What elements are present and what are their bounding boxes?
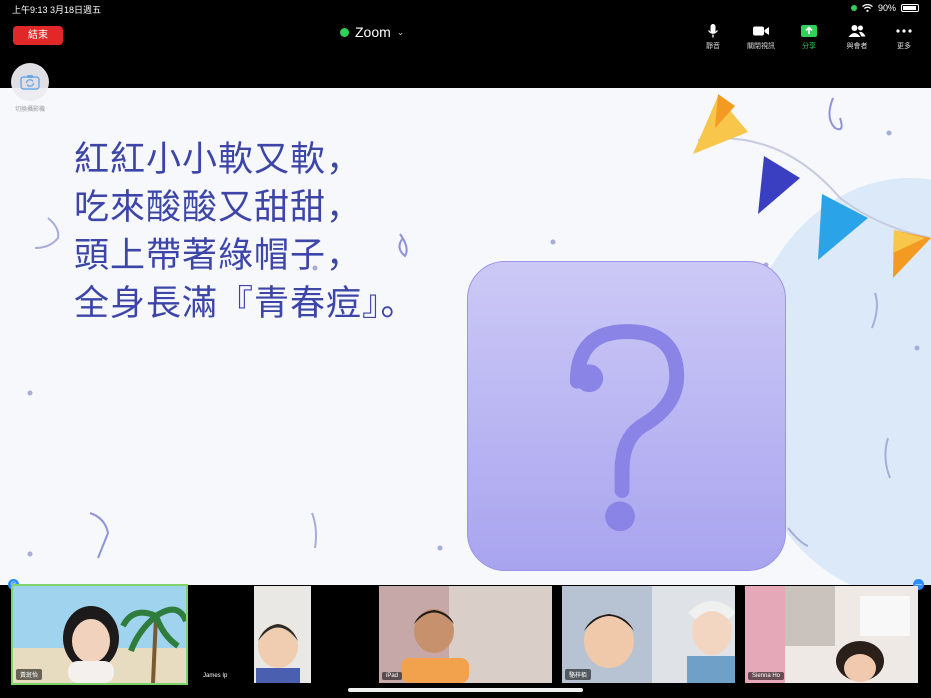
video-gallery: ◎ — 黃斑怡 James Ip iPad 駱梓栢 Sienna Ho [0, 579, 931, 698]
participant-video [196, 586, 369, 683]
more-label: 更多 [897, 43, 911, 50]
more-button[interactable]: 更多 [884, 22, 924, 51]
participants-button[interactable]: 與會者 [837, 22, 877, 51]
participant-name: James Ip [199, 672, 232, 680]
more-icon [896, 29, 912, 33]
video-tile[interactable]: James Ip [196, 586, 369, 683]
participant-video [379, 586, 552, 683]
video-tile[interactable]: Sienna Ho [745, 586, 918, 683]
riddle-line: 紅紅小小軟又軟， [74, 140, 363, 180]
stop-video-button[interactable]: 關閉視訊 [741, 22, 781, 51]
question-mark-icon [569, 324, 685, 532]
shared-screen: 紅紅小小軟又軟， 吃來酸酸又甜甜， 頭上帶著綠帽子， 全身長滿『青春痘』。 [0, 88, 931, 585]
participant-video [745, 586, 918, 683]
riddle-text: 紅紅小小軟又軟， 吃來酸酸又甜甜， 頭上帶著綠帽子， 全身長滿『青春痘』。 [74, 136, 417, 328]
switch-camera-circle [11, 63, 49, 101]
status-time-date: 上午9:13 3月18日週五 [12, 5, 102, 15]
switch-camera-button[interactable]: 切換攝影機 [10, 63, 50, 113]
battery-icon [901, 4, 919, 12]
encryption-shield-icon [340, 27, 349, 37]
share-screen-icon [801, 25, 817, 37]
chevron-down-icon: ⌄ [396, 26, 405, 37]
video-tile[interactable]: 駱梓栢 [562, 586, 735, 683]
participant-name: iPad [382, 672, 403, 680]
status-right: 90% [850, 3, 919, 13]
switch-camera-label: 切換攝影機 [14, 107, 45, 113]
wifi-icon [862, 4, 873, 12]
battery-percent: 90% [877, 3, 896, 13]
meeting-title: Zoom [355, 24, 391, 40]
riddle-line: 全身長滿『青春痘』。 [74, 284, 417, 324]
participant-name: 駱梓栢 [565, 669, 592, 680]
participant-name: 黃斑怡 [16, 669, 43, 680]
status-bar: 上午9:13 3月18日週五 90% [0, 0, 931, 16]
video-tile[interactable]: iPad [379, 586, 552, 683]
mute-button[interactable]: 靜音 [693, 22, 733, 51]
video-camera-icon [753, 26, 769, 36]
riddle-line: 吃來酸酸又甜甜， [74, 188, 363, 228]
participants-label: 與會者 [846, 43, 868, 50]
video-tile[interactable]: 黃斑怡 [11, 584, 188, 685]
meeting-toolbar: 結束 Zoom ⌄ 靜音 關閉視訊 分享 與會者 更多 [0, 16, 931, 53]
stop-video-label: 關閉視訊 [747, 43, 775, 50]
mute-label: 靜音 [706, 43, 720, 50]
share-button[interactable]: 分享 [789, 22, 829, 51]
participants-icon [848, 25, 866, 37]
end-meeting-button[interactable]: 結束 [13, 26, 63, 45]
camera-switch-icon [20, 75, 40, 90]
camera-in-use-indicator [850, 5, 857, 11]
meeting-title-dropdown[interactable]: Zoom ⌄ [340, 24, 404, 40]
participant-name: Sienna Ho [748, 672, 785, 680]
question-mark-card [467, 261, 786, 571]
microphone-icon [707, 24, 719, 38]
home-indicator[interactable] [348, 688, 583, 692]
share-label: 分享 [802, 43, 816, 50]
riddle-line: 頭上帶著綠帽子， [74, 236, 363, 276]
